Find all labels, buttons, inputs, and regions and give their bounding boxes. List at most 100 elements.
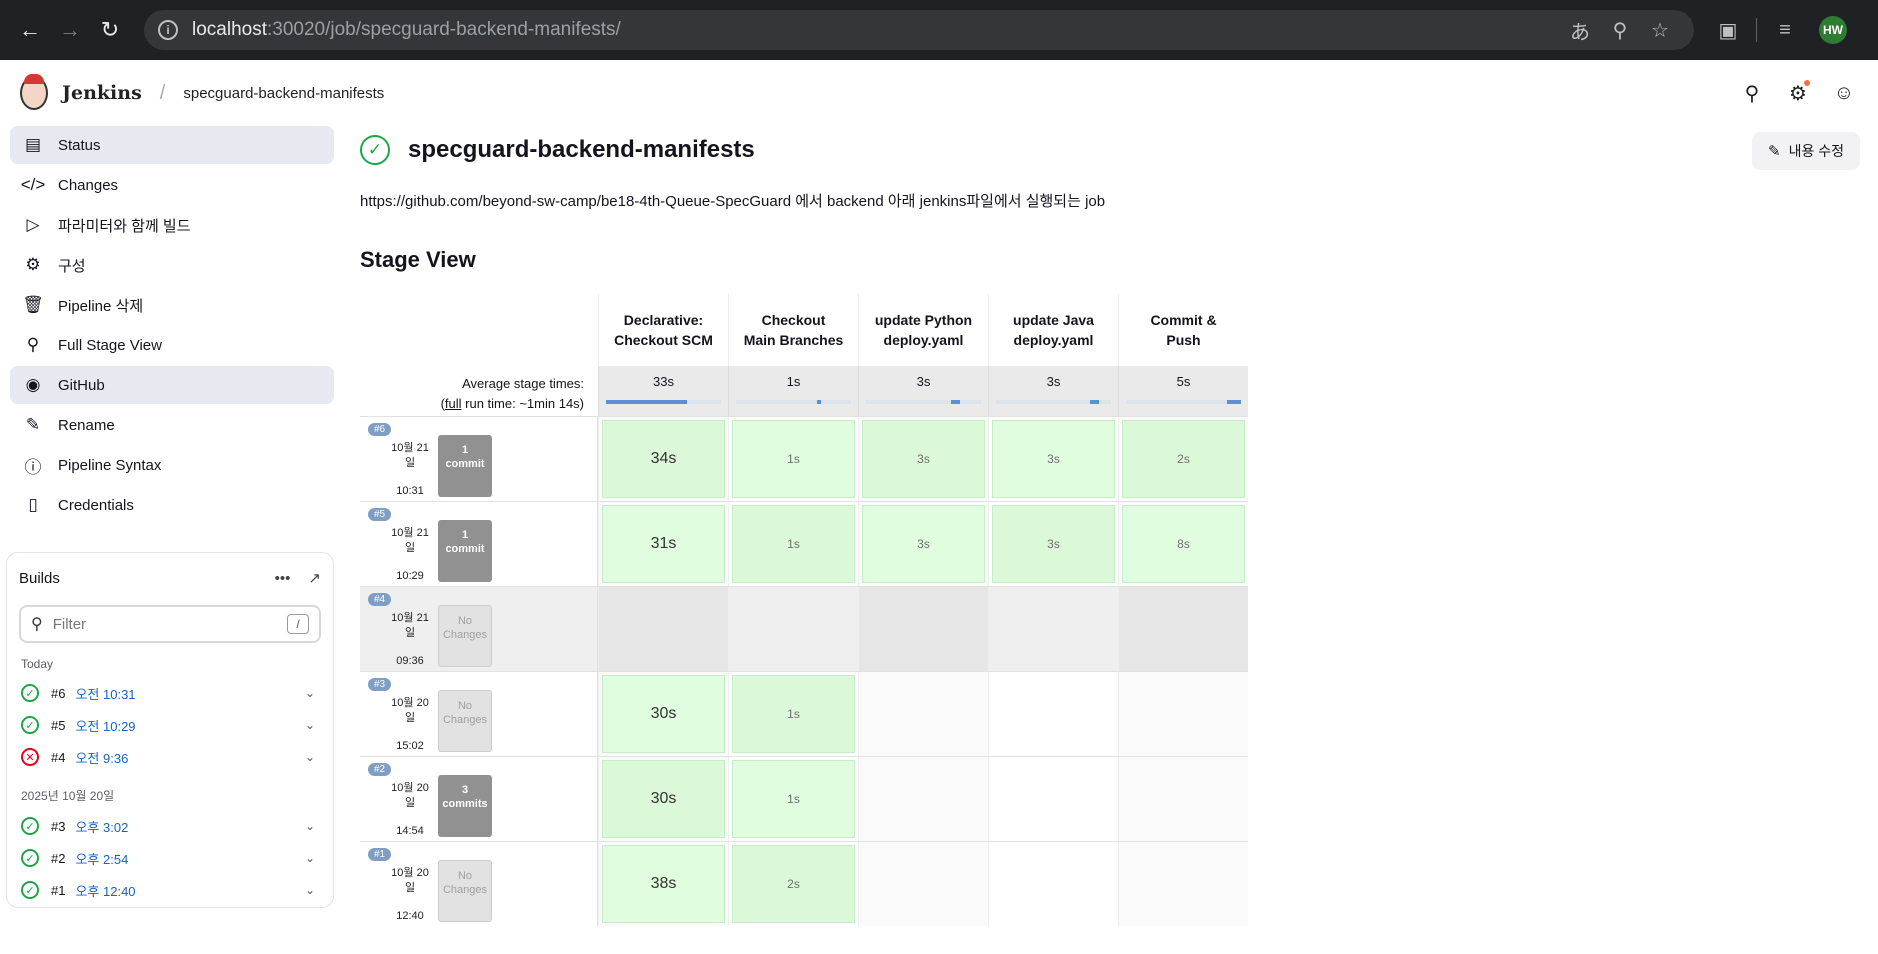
chevron-down-icon[interactable]: ⌄ [305, 883, 315, 897]
run-info: #4 10월 21 일 09:36 No Changes [360, 587, 598, 671]
breadcrumb-separator: / [159, 81, 166, 104]
build-time[interactable]: 오후 2:54 [75, 849, 304, 868]
profile-avatar[interactable]: HW [1819, 16, 1847, 44]
sidebar-item-label: GitHub [58, 376, 105, 394]
extensions-icon[interactable]: ▣ [1708, 10, 1748, 50]
chevron-down-icon[interactable]: ⌄ [305, 819, 315, 833]
build-row[interactable]: ✓ #2 오후 2:54 ⌄ [19, 842, 321, 874]
stage-duration-box[interactable]: 30s [602, 675, 725, 753]
stage-duration-box[interactable]: 31s [602, 505, 725, 583]
sidebar-item-full-stage-view[interactable]: ⚲ Full Stage View [10, 326, 334, 364]
success-icon: ✓ [21, 684, 39, 702]
stage-duration-box[interactable]: 3s [992, 505, 1115, 583]
reload-icon[interactable]: ↻ [90, 10, 130, 50]
sidebar-item-rename[interactable]: ✎ Rename [10, 406, 334, 444]
expand-icon[interactable]: ↗ [308, 569, 321, 587]
sidebar-item-configure[interactable]: ⚙ 구성 [10, 246, 334, 284]
url-text[interactable]: localhost:30020/job/specguard-backend-ma… [192, 19, 1560, 41]
build-row[interactable]: ✓ #3 오후 3:02 ⌄ [19, 810, 321, 842]
edit-description-button[interactable]: ✎ 내용 수정 [1752, 132, 1860, 170]
stage-cell: 1s [728, 757, 858, 841]
changes-line: Changes [442, 714, 488, 726]
run-badge[interactable]: #6 [368, 423, 392, 436]
stage-duration-box[interactable]: 1s [732, 505, 855, 583]
bookmark-star-icon[interactable]: ☆ [1640, 10, 1680, 50]
run-changes[interactable]: 3 commits [438, 775, 492, 837]
build-time[interactable]: 오후 3:02 [75, 817, 304, 836]
stage-duration-box[interactable]: 34s [602, 420, 725, 498]
run-changes[interactable]: 1 commit [438, 435, 492, 497]
stage-duration-box[interactable]: 38s [602, 845, 725, 923]
run-changes[interactable]: 1 commit [438, 520, 492, 582]
sidebar-item-delete-pipeline[interactable]: 🗑 Pipeline 삭제 [10, 286, 334, 324]
forward-icon[interactable]: → [50, 10, 90, 50]
brand-name[interactable]: Jenkins [62, 82, 142, 104]
translate-icon[interactable]: あ [1560, 10, 1600, 50]
url-host: localhost [192, 19, 267, 40]
average-times-label: Average stage times: (full run time: ~1mi… [440, 376, 584, 411]
sidebar-item-label: Credentials [58, 496, 134, 514]
more-options-icon[interactable]: ••• [275, 570, 291, 587]
keyboard-shortcut-hint: / [287, 614, 309, 634]
chevron-down-icon[interactable]: ⌄ [305, 718, 315, 732]
stage-name: deploy.yaml [883, 332, 964, 348]
chevron-down-icon[interactable]: ⌄ [305, 686, 315, 700]
sidebar-item-credentials[interactable]: ▯ Credentials [10, 486, 334, 524]
build-number: #5 [51, 717, 66, 733]
run-badge[interactable]: #4 [368, 593, 392, 606]
stage-duration-box[interactable]: 1s [732, 675, 855, 753]
filter-input[interactable] [52, 615, 287, 633]
sidebar-item-build-with-parameters[interactable]: ▷ 파라미터와 함께 빌드 [10, 206, 334, 244]
run-badge[interactable]: #3 [368, 678, 392, 691]
build-time[interactable]: 오전 10:31 [75, 684, 304, 703]
stage-duration-box[interactable]: 1s [732, 760, 855, 838]
stage-cell [1118, 757, 1248, 841]
chevron-down-icon[interactable]: ⌄ [305, 851, 315, 865]
full-run-link[interactable]: full [445, 396, 462, 411]
stage-duration-box[interactable]: 1s [732, 420, 855, 498]
stage-duration-box[interactable]: 3s [992, 420, 1115, 498]
build-time[interactable]: 오전 9:36 [75, 748, 304, 767]
run-badge[interactable]: #2 [368, 763, 392, 776]
run-info: #6 10월 21 일 10:31 1 commit [360, 417, 598, 501]
stage-cell [988, 672, 1118, 756]
stage-duration-box[interactable]: 8s [1122, 505, 1245, 583]
address-bar[interactable]: i localhost:30020/job/specguard-backend-… [144, 10, 1694, 50]
stage-cell [988, 757, 1118, 841]
jenkins-logo[interactable] [20, 74, 48, 110]
run-time-text: run time: ~1min 14s) [461, 396, 584, 411]
back-icon[interactable]: ← [10, 10, 50, 50]
build-time[interactable]: 오전 10:29 [75, 716, 304, 735]
run-date-line: 10월 20 [391, 867, 429, 879]
stage-duration-box[interactable]: 2s [732, 845, 855, 923]
site-info-icon[interactable]: i [158, 20, 178, 40]
run-changes[interactable]: No Changes [438, 860, 492, 922]
stage-duration-box[interactable]: 3s [862, 420, 985, 498]
reading-list-icon[interactable]: ≡ [1765, 10, 1805, 50]
sidebar-item-pipeline-syntax[interactable]: ⓘ Pipeline Syntax [10, 446, 334, 484]
build-row[interactable]: ✓ #6 오전 10:31 ⌄ [19, 677, 321, 709]
build-row[interactable]: ✓ #1 오후 12:40 ⌄ [19, 874, 321, 906]
play-icon: ▷ [26, 215, 40, 234]
build-row[interactable]: ✓ #5 오전 10:29 ⌄ [19, 709, 321, 741]
search-icon[interactable]: ⚲ [1734, 78, 1770, 108]
sidebar-item-changes[interactable]: </> Changes [10, 166, 334, 204]
gear-icon[interactable]: ⚙ [1780, 78, 1816, 108]
chevron-down-icon[interactable]: ⌄ [305, 750, 315, 764]
stage-duration-box[interactable]: 2s [1122, 420, 1245, 498]
sidebar-item-github[interactable]: ◉ GitHub [10, 366, 334, 404]
average-stage-time: 33s [598, 366, 728, 416]
stage-duration-box[interactable]: 3s [862, 505, 985, 583]
run-changes[interactable]: No Changes [438, 690, 492, 752]
run-badge[interactable]: #5 [368, 508, 392, 521]
run-changes[interactable]: No Changes [438, 605, 492, 667]
sidebar-item-status[interactable]: ▤ Status [10, 126, 334, 164]
zoom-icon[interactable]: ⚲ [1600, 10, 1640, 50]
user-icon[interactable]: ☺ [1826, 78, 1862, 108]
run-badge[interactable]: #1 [368, 848, 392, 861]
build-row[interactable]: ✕ #4 오전 9:36 ⌄ [19, 741, 321, 773]
stage-duration-box[interactable]: 30s [602, 760, 725, 838]
browser-toolbar: ← → ↻ i localhost:30020/job/specguard-ba… [0, 0, 1878, 60]
breadcrumb-job[interactable]: specguard-backend-manifests [183, 85, 384, 102]
build-time[interactable]: 오후 12:40 [75, 881, 304, 900]
